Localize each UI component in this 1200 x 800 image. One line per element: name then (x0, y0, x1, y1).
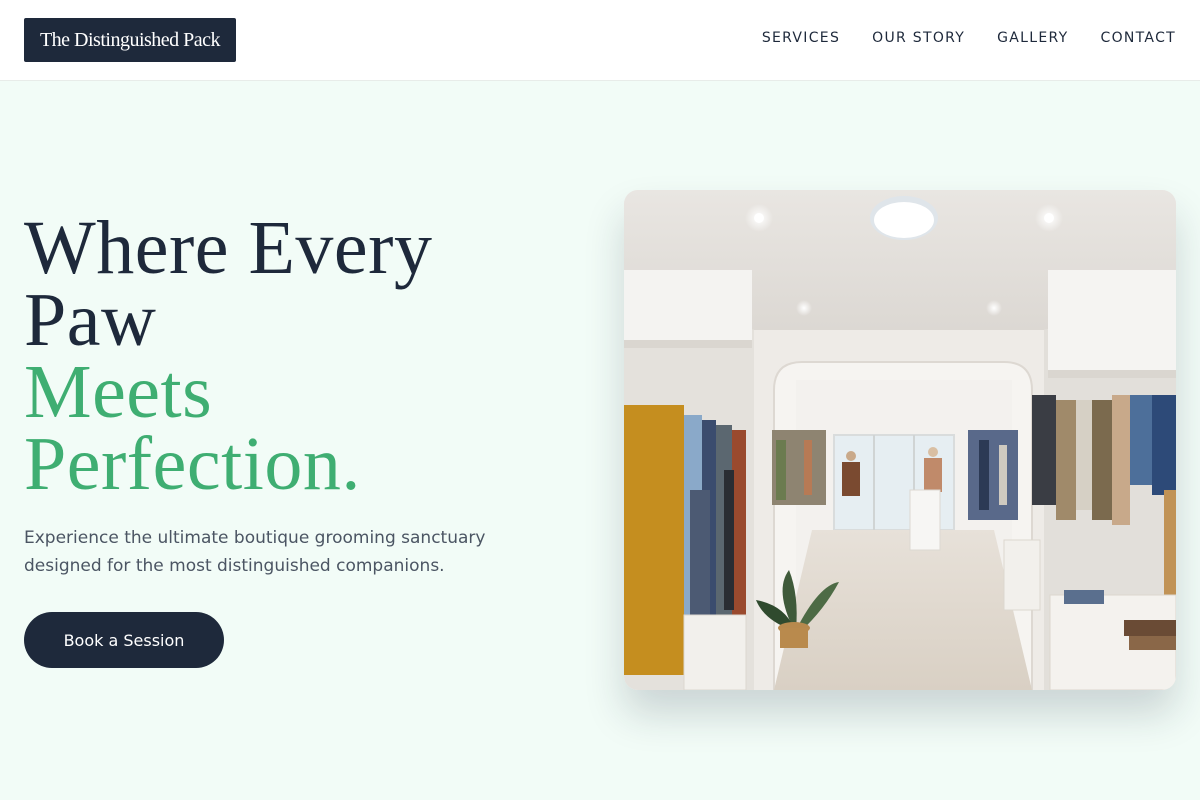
nav-link-contact[interactable]: CONTACT (1101, 30, 1177, 46)
headline-line-3: Meets (24, 350, 213, 434)
nav-link-gallery[interactable]: GALLERY (997, 30, 1068, 46)
boutique-interior-photo (624, 190, 1176, 690)
site-header: The Distinguished Pack SERVICES OUR STOR… (0, 0, 1200, 81)
main-nav: SERVICES OUR STORY GALLERY CONTACT (762, 30, 1176, 46)
book-session-button[interactable]: Book a Session (24, 612, 224, 668)
boutique-interior-illustration (624, 190, 1176, 690)
nav-link-services[interactable]: SERVICES (762, 30, 840, 46)
hero-subtitle: Experience the ultimate boutique groomin… (24, 528, 486, 576)
nav-link-our-story[interactable]: OUR STORY (872, 30, 965, 46)
headline-line-2: Paw (24, 278, 157, 362)
hero-section: Where Every Paw Meets Perfection. (24, 206, 584, 506)
hero-headline: Where Every Paw Meets Perfection. (24, 206, 584, 506)
headline-line-4: Perfection. (24, 422, 361, 506)
logo[interactable]: The Distinguished Pack (24, 18, 236, 62)
headline-line-1: Where Every (24, 206, 433, 290)
